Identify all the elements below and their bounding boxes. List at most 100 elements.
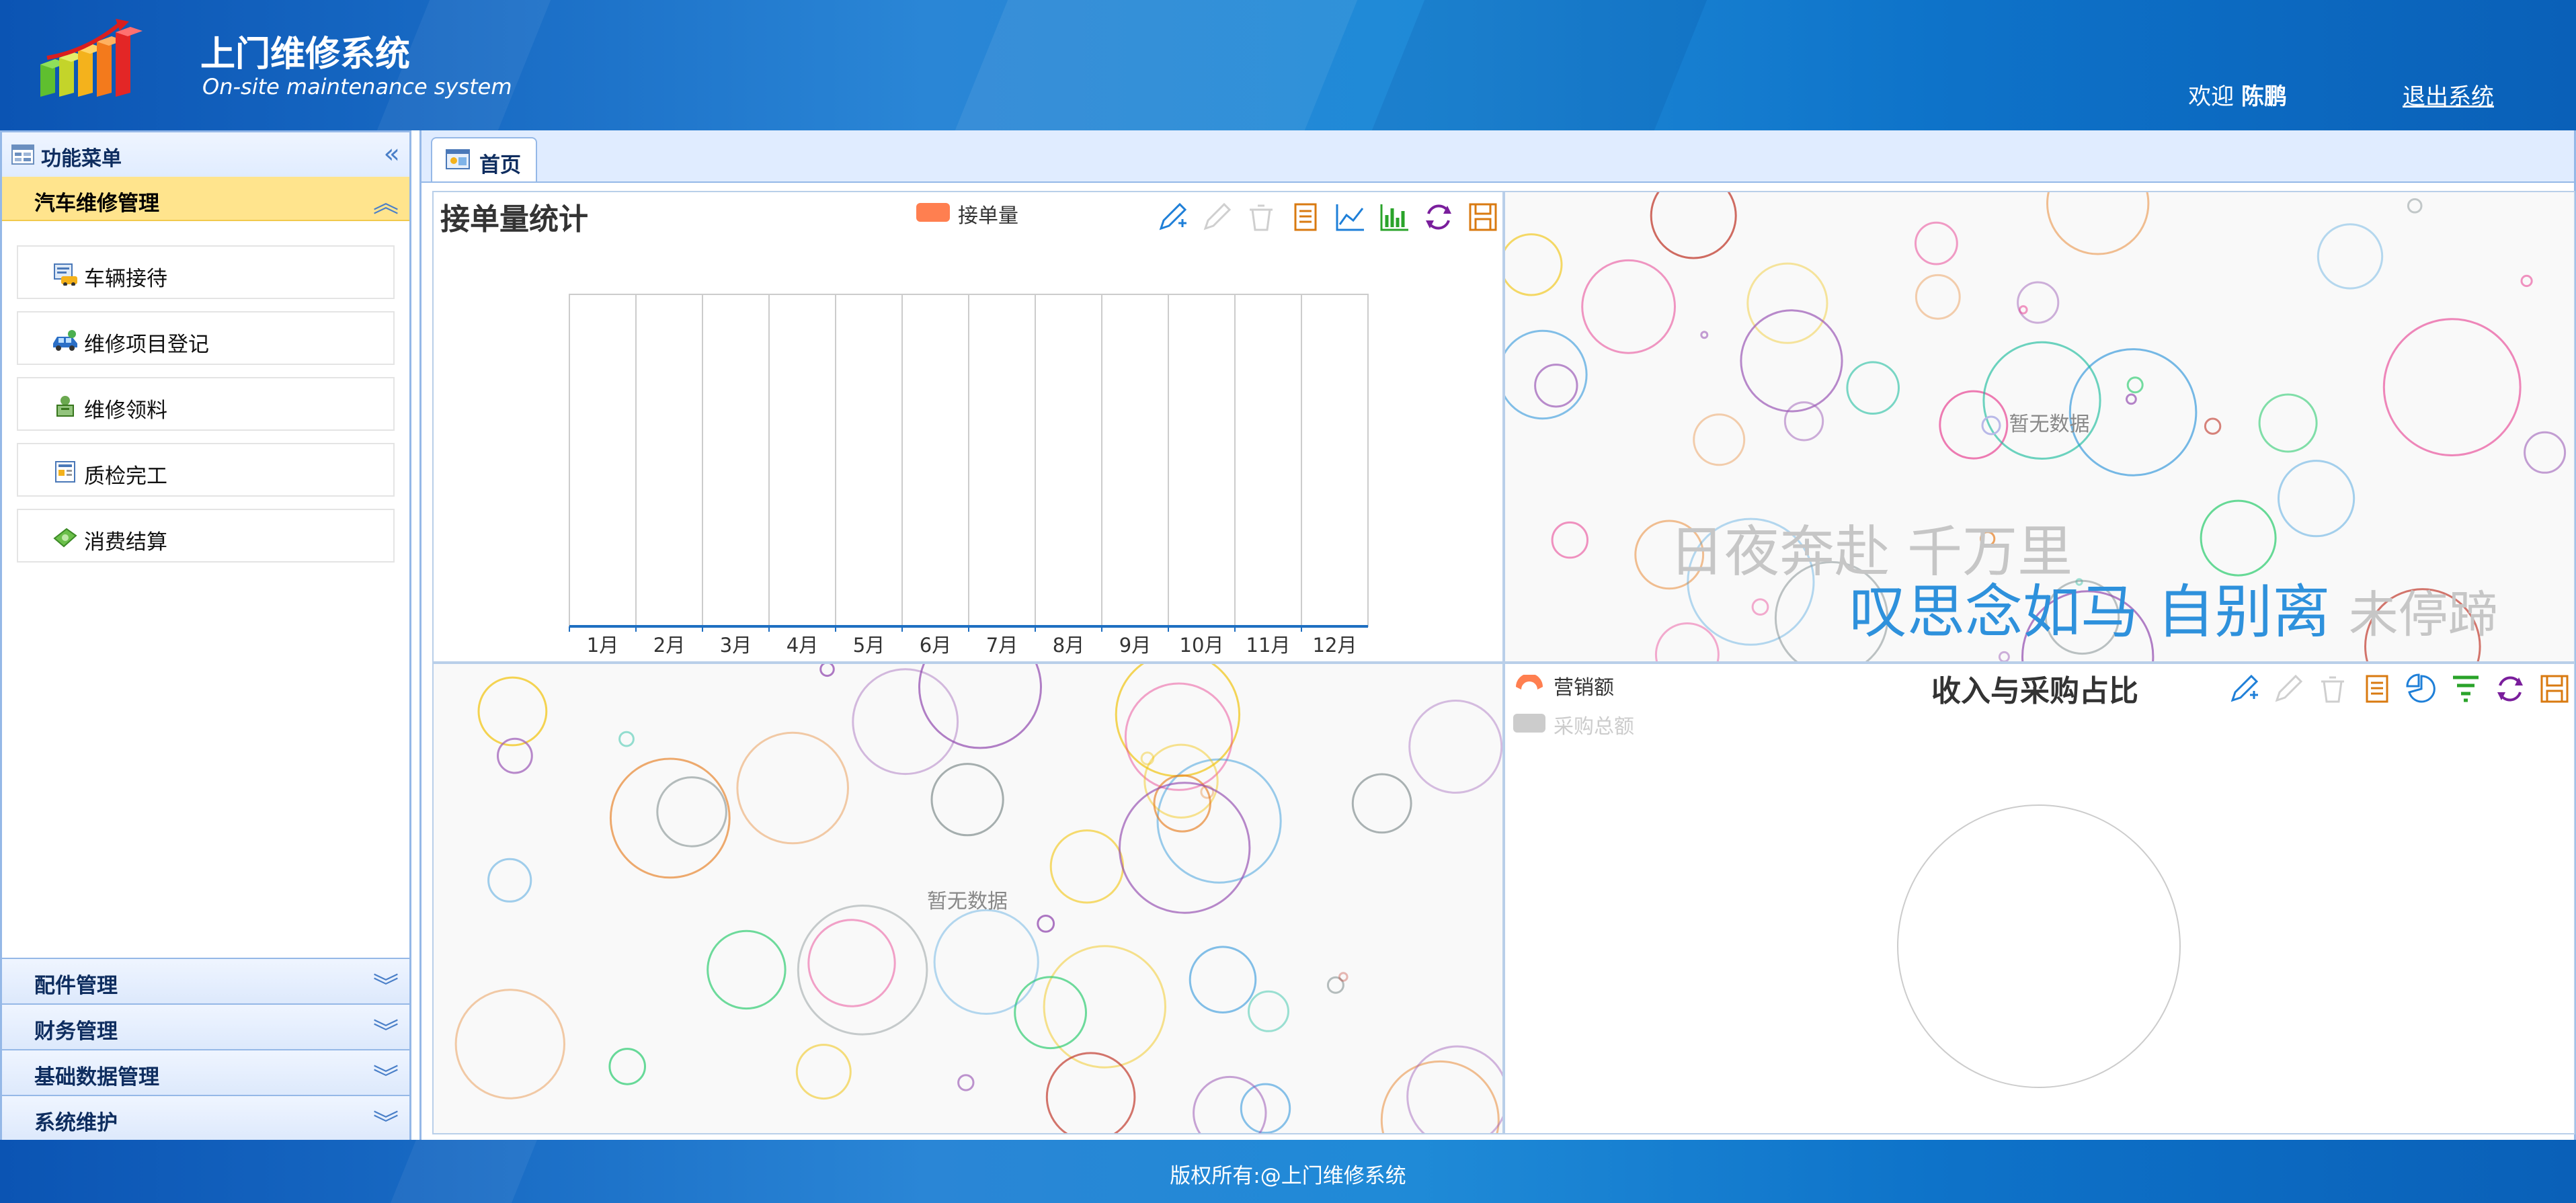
material-pickup-icon xyxy=(56,396,74,417)
bubble-circle xyxy=(2019,305,2028,315)
bubble-circle xyxy=(807,919,896,1007)
logo-icon xyxy=(40,19,143,97)
pie-chart-plot xyxy=(1897,804,2181,1088)
menu-item-label: 维修项目登记 xyxy=(84,333,209,357)
copyright-text: 版权所有:@上门维修系统 xyxy=(1170,1164,1406,1188)
menu-item-settlement[interactable]: 消费结算 xyxy=(17,509,395,563)
bubble-circle xyxy=(1581,259,1677,354)
logout-link[interactable]: 退出系统 xyxy=(2403,78,2494,111)
x-tick-label: 6月 xyxy=(920,634,951,657)
car-repair-icon xyxy=(53,330,77,351)
group-system[interactable]: 系统维护 ︾ xyxy=(2,1095,409,1140)
menu-item-label: 质检完工 xyxy=(84,464,167,489)
app-footer: 版权所有:@上门维修系统 xyxy=(0,1140,2576,1203)
bubble-circle xyxy=(1338,972,1349,982)
bubble-circle xyxy=(2126,393,2137,405)
header-band xyxy=(1371,0,1707,130)
bubble-circle xyxy=(1746,262,1828,344)
welcome-text: 欢迎 陈鹏 xyxy=(2188,78,2287,111)
poem-line-2-blue: 叹思念如马 自别离 xyxy=(1849,579,2331,646)
bubble-circle xyxy=(2382,318,2522,457)
bubble-circle xyxy=(2278,460,2356,538)
empty-panel-top: 暂无数据 日夜奔赴 千万里 叹思念如马 自别离 未停蹄 xyxy=(1504,191,2575,663)
bubble-circle xyxy=(1998,651,2010,661)
bubble-circle xyxy=(487,858,532,903)
bubble-circle xyxy=(1740,309,1843,413)
chevron-up-icon[interactable]: ︽ xyxy=(373,182,399,219)
bubble-circle xyxy=(2204,417,2222,435)
order-chart-plot: 1月 2月 3月 4月 5月 6月 7月 8月 9月 10月 11月 12月 xyxy=(569,294,1369,657)
bubble-circle xyxy=(1700,331,1709,339)
bubble-circle xyxy=(1351,773,1412,834)
bubble-circle xyxy=(2258,393,2318,453)
user-name: 陈鹏 xyxy=(2241,83,2287,110)
tab-home[interactable]: 首页 xyxy=(431,137,537,181)
welcome-prefix: 欢迎 xyxy=(2188,83,2235,110)
bubble-circle xyxy=(736,731,850,845)
bubble-circle xyxy=(1408,700,1502,794)
group-label: 配件管理 xyxy=(34,974,118,998)
group-finance[interactable]: 财务管理 ︾ xyxy=(2,1003,409,1049)
app-subtitle: On-site maintenance system xyxy=(202,74,512,99)
bubble-circle xyxy=(1118,782,1251,914)
chevron-down-icon[interactable]: ︾ xyxy=(373,1011,399,1048)
group-base-data[interactable]: 基础数据管理 ︾ xyxy=(2,1049,409,1095)
menu-item-vehicle-reception[interactable]: 车辆接待 xyxy=(17,245,395,299)
no-data-label: 暂无数据 xyxy=(1980,407,2090,437)
x-tick-label: 10月 xyxy=(1180,634,1224,657)
poem-line-2: 叹思念如马 自别离 未停蹄 xyxy=(1849,565,2498,649)
menu-icon xyxy=(11,144,34,165)
bubble-circle xyxy=(1049,829,1125,904)
bubble-circle xyxy=(2520,274,2533,288)
bubble-circle xyxy=(1693,413,1746,466)
bubble-circle xyxy=(1043,945,1166,1069)
tab-bar: 首页 xyxy=(421,130,2574,183)
group-label: 财务管理 xyxy=(34,1020,118,1044)
bubble-circle xyxy=(930,763,1004,837)
group-parts[interactable]: 配件管理 ︾ xyxy=(2,958,409,1003)
bubble-circle xyxy=(1982,341,2101,460)
menu-item-repair-registration[interactable]: 维修项目登记 xyxy=(17,311,395,365)
poem-line-2-gray: 未停蹄 xyxy=(2348,586,2498,644)
chevron-down-icon[interactable]: ︾ xyxy=(373,966,399,1003)
chevron-down-icon[interactable]: ︾ xyxy=(373,1057,399,1094)
money-icon xyxy=(53,528,77,548)
header-band xyxy=(955,0,1358,130)
bubble-circle xyxy=(1783,401,1824,442)
bubble-circle xyxy=(2126,376,2144,394)
no-data-label: 暂无数据 xyxy=(927,890,1008,913)
bubble-circle xyxy=(1193,1075,1267,1133)
x-tick-label: 12月 xyxy=(1313,634,1357,657)
app-title: 上门维修系统 xyxy=(200,34,411,75)
collapse-sidebar-icon[interactable]: « xyxy=(384,140,400,167)
menu-item-material-pickup[interactable]: 维修领料 xyxy=(17,377,395,431)
menu-item-label: 消费结算 xyxy=(84,530,167,554)
chevron-down-icon[interactable]: ︾ xyxy=(373,1103,399,1140)
bubble-circle xyxy=(1380,1060,1500,1133)
main-content: 首页 接单量统计 接单量 1月 2月 3月 4月 5月 6月 7月 8月 9月 10月 11月 12月… xyxy=(419,130,2576,1140)
bubble-circle xyxy=(1189,946,1257,1014)
x-tick-label: 3月 xyxy=(720,634,752,657)
x-tick-label: 8月 xyxy=(1053,634,1084,657)
no-data-text: 暂无数据 xyxy=(2009,413,2090,436)
group-car-repair[interactable]: 汽车维修管理 ︽ xyxy=(2,177,409,221)
bubble-circle xyxy=(1014,976,1087,1050)
bubble-circle xyxy=(1406,1045,1502,1133)
bubble-circle xyxy=(957,1074,975,1091)
bubble-circle xyxy=(1846,361,1900,415)
app-header: 上门维修系统 On-site maintenance system 欢迎 陈鹏 … xyxy=(0,0,2576,130)
bubble-circle xyxy=(2017,281,2060,324)
no-data-icon xyxy=(1981,415,2001,435)
x-tick-label: 4月 xyxy=(787,634,818,657)
bubble-circle xyxy=(819,664,835,677)
x-tick-label: 2月 xyxy=(653,634,685,657)
car-reception-icon xyxy=(54,263,77,286)
bubble-circle xyxy=(1037,915,1055,933)
menu-item-quality-check[interactable]: 质检完工 xyxy=(17,443,395,497)
bubble-circle xyxy=(852,668,959,776)
bubble-circle xyxy=(933,909,1039,1015)
menu-item-label: 车辆接待 xyxy=(84,267,167,291)
x-tick-label: 11月 xyxy=(1246,634,1291,657)
bubble-circle xyxy=(2317,223,2384,290)
bubble-circle xyxy=(497,737,533,774)
